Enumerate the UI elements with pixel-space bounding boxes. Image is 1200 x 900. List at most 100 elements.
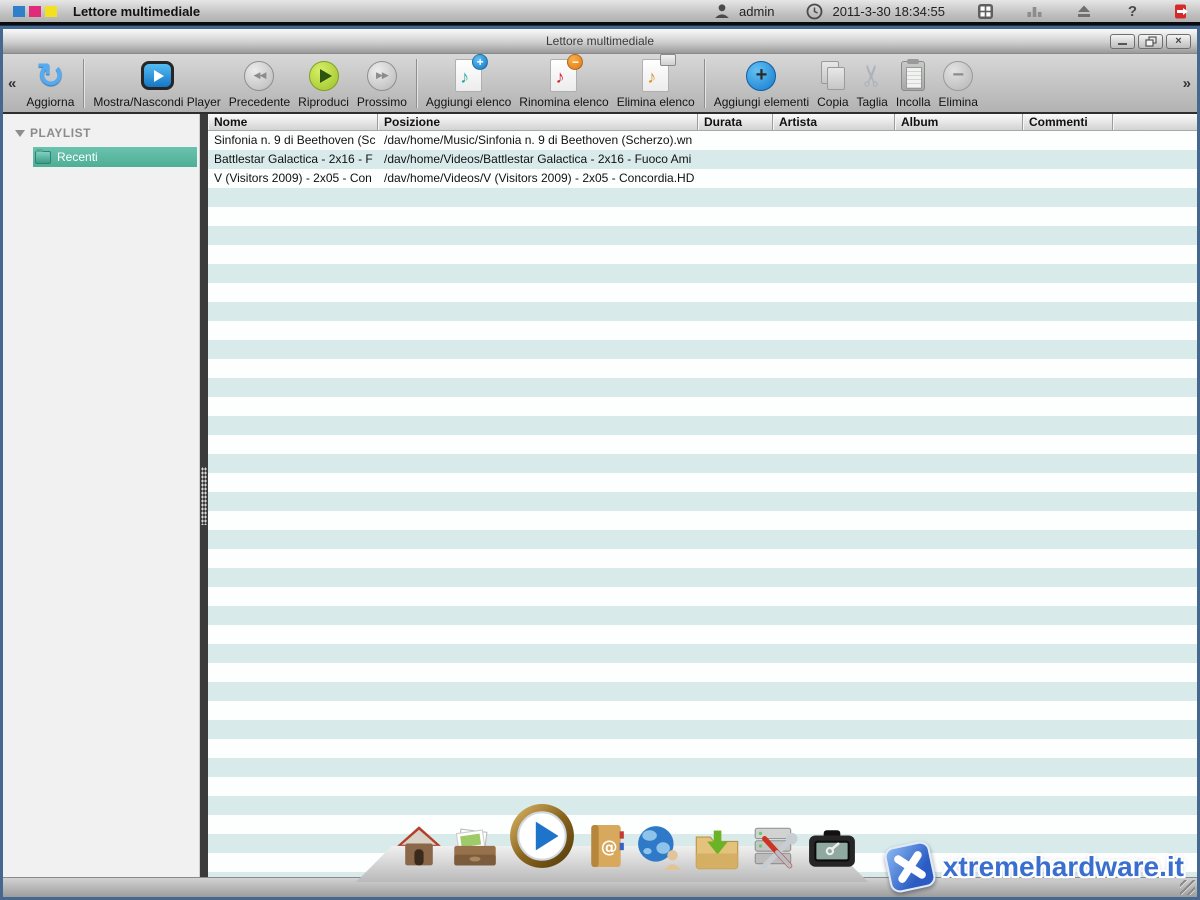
topbar-title: Lettore multimediale [73,4,200,19]
toolbar-separator [416,59,417,108]
column-header-durata[interactable]: Durata [698,114,773,130]
column-header-album[interactable]: Album [895,114,1023,130]
add-items-button[interactable]: + Aggiungi elementi [710,56,813,111]
refresh-icon: ↻ [36,61,65,91]
toolbar-overflow-right[interactable]: » [1180,75,1195,92]
toggle-player-button[interactable]: Mostra/Nascondi Player [89,56,224,111]
column-header-commenti[interactable]: Commenti [1023,114,1113,130]
clock-icon [806,3,823,20]
column-header-artista[interactable]: Artista [773,114,895,130]
window-title: Lettore multimediale [3,34,1197,48]
collapse-caret-icon [15,130,25,137]
playlist-sidebar: PLAYLIST Recenti [3,114,200,877]
minimize-button[interactable] [1110,34,1135,49]
restore-button[interactable] [1138,34,1163,49]
copy-button[interactable]: Copia [813,56,852,111]
sidebar-item-recenti[interactable]: Recenti [33,147,197,167]
copy-icon [819,61,847,91]
close-button[interactable]: × [1166,34,1191,49]
xtremehardware-watermark: xtremehardware.it [887,844,1184,890]
dock-media-player-icon[interactable] [508,802,576,875]
table-row[interactable]: V (Visitors 2009) - 2x05 - Con /dav/home… [208,169,1197,188]
delete-playlist-button[interactable]: ♪ Elimina elenco [613,56,699,111]
svg-text:@: @ [601,836,618,856]
playlist-section-label: PLAYLIST [30,126,91,140]
playlist-rename-icon: ♪− [550,59,577,92]
cell-durata [698,131,773,150]
play-button[interactable]: Riproduci [294,56,353,111]
minimize-icon [1118,43,1127,45]
splitter-handle-icon [201,467,207,525]
dock-photos-icon[interactable] [451,824,499,875]
brand-squares-icon [13,6,57,17]
windows-icon[interactable] [977,3,994,20]
paste-icon [901,61,925,91]
cell-commenti [1023,169,1113,188]
table-empty-rows [208,188,1197,877]
cell-posizione: /dav/home/Videos/V (Visitors 2009) - 2x0… [378,169,698,188]
logout-icon[interactable] [1173,3,1190,20]
player-toggle-icon [141,61,174,90]
cut-icon: ✂ [855,63,890,88]
next-icon: ▶▶ [367,61,397,91]
cell-nome: Sinfonia n. 9 di Beethoven (Sc [208,131,378,150]
folder-icon [35,151,51,164]
cell-durata [698,150,773,169]
delete-icon: − [943,61,973,91]
column-header-nome[interactable]: Nome [208,114,378,130]
cell-album [895,150,1023,169]
dock-home-icon[interactable] [396,824,442,875]
cell-artista [773,150,895,169]
sidebar-splitter[interactable] [200,114,208,877]
help-icon[interactable]: ? [1124,3,1141,20]
topbar-datetime: 2011-3-30 18:34:55 [832,4,945,19]
system-status-icon[interactable] [1026,3,1043,20]
media-player-window: Lettore multimediale × « ↻ Aggiorna Most… [0,26,1200,900]
toolbar-separator [704,59,705,108]
dock-contacts-icon[interactable]: @ [585,822,627,875]
dock: @ [356,812,868,882]
cell-album [895,131,1023,150]
add-playlist-button[interactable]: ♪+ Aggiungi elenco [422,56,515,111]
cell-album [895,169,1023,188]
paste-button[interactable]: Incolla [892,56,935,111]
media-table: Nome Posizione Durata Artista Album Comm… [208,114,1197,877]
next-button[interactable]: ▶▶ Prossimo [353,56,411,111]
play-icon [309,61,339,91]
cell-posizione: /dav/home/Music/Sinfonia n. 9 di Beethov… [378,131,698,150]
playlist-section-header[interactable]: PLAYLIST [15,126,199,140]
table-header: Nome Posizione Durata Artista Album Comm… [208,114,1197,131]
column-header-empty [1113,114,1197,130]
window-titlebar[interactable]: Lettore multimediale × [3,29,1197,54]
playlist-add-icon: ♪+ [455,59,482,92]
cell-artista [773,169,895,188]
eject-icon[interactable] [1075,3,1092,20]
cell-commenti [1023,131,1113,150]
cell-commenti [1023,150,1113,169]
dock-download-icon[interactable] [693,826,741,875]
previous-icon: ◀◀ [244,61,274,91]
table-row[interactable]: Sinfonia n. 9 di Beethoven (Sc /dav/home… [208,131,1197,150]
add-items-icon: + [746,61,776,91]
cell-artista [773,131,895,150]
cell-nome: V (Visitors 2009) - 2x05 - Con [208,169,378,188]
cell-durata [698,169,773,188]
toolbar-overflow-left[interactable]: « [5,75,19,92]
rename-playlist-button[interactable]: ♪− Rinomina elenco [515,56,612,111]
user-icon [713,3,730,20]
refresh-button[interactable]: ↻ Aggiorna [22,56,78,111]
topbar-username[interactable]: admin [739,4,774,19]
dock-disk-tools-icon[interactable] [750,824,798,875]
toolbar-separator [83,59,84,108]
previous-button[interactable]: ◀◀ Precedente [225,56,294,111]
delete-items-button[interactable]: − Elimina [935,56,982,111]
watermark-text: xtremehardware.it [943,851,1184,883]
cut-button[interactable]: ✂ Taglia [853,56,892,111]
restore-icon [1145,36,1157,47]
dock-web-users-icon[interactable] [636,824,684,875]
dock-toolbox-icon[interactable] [807,828,857,875]
column-header-posizione[interactable]: Posizione [378,114,698,130]
cell-nome: Battlestar Galactica - 2x16 - F [208,150,378,169]
table-row[interactable]: Battlestar Galactica - 2x16 - F /dav/hom… [208,150,1197,169]
xtremehardware-logo-icon [883,840,938,895]
